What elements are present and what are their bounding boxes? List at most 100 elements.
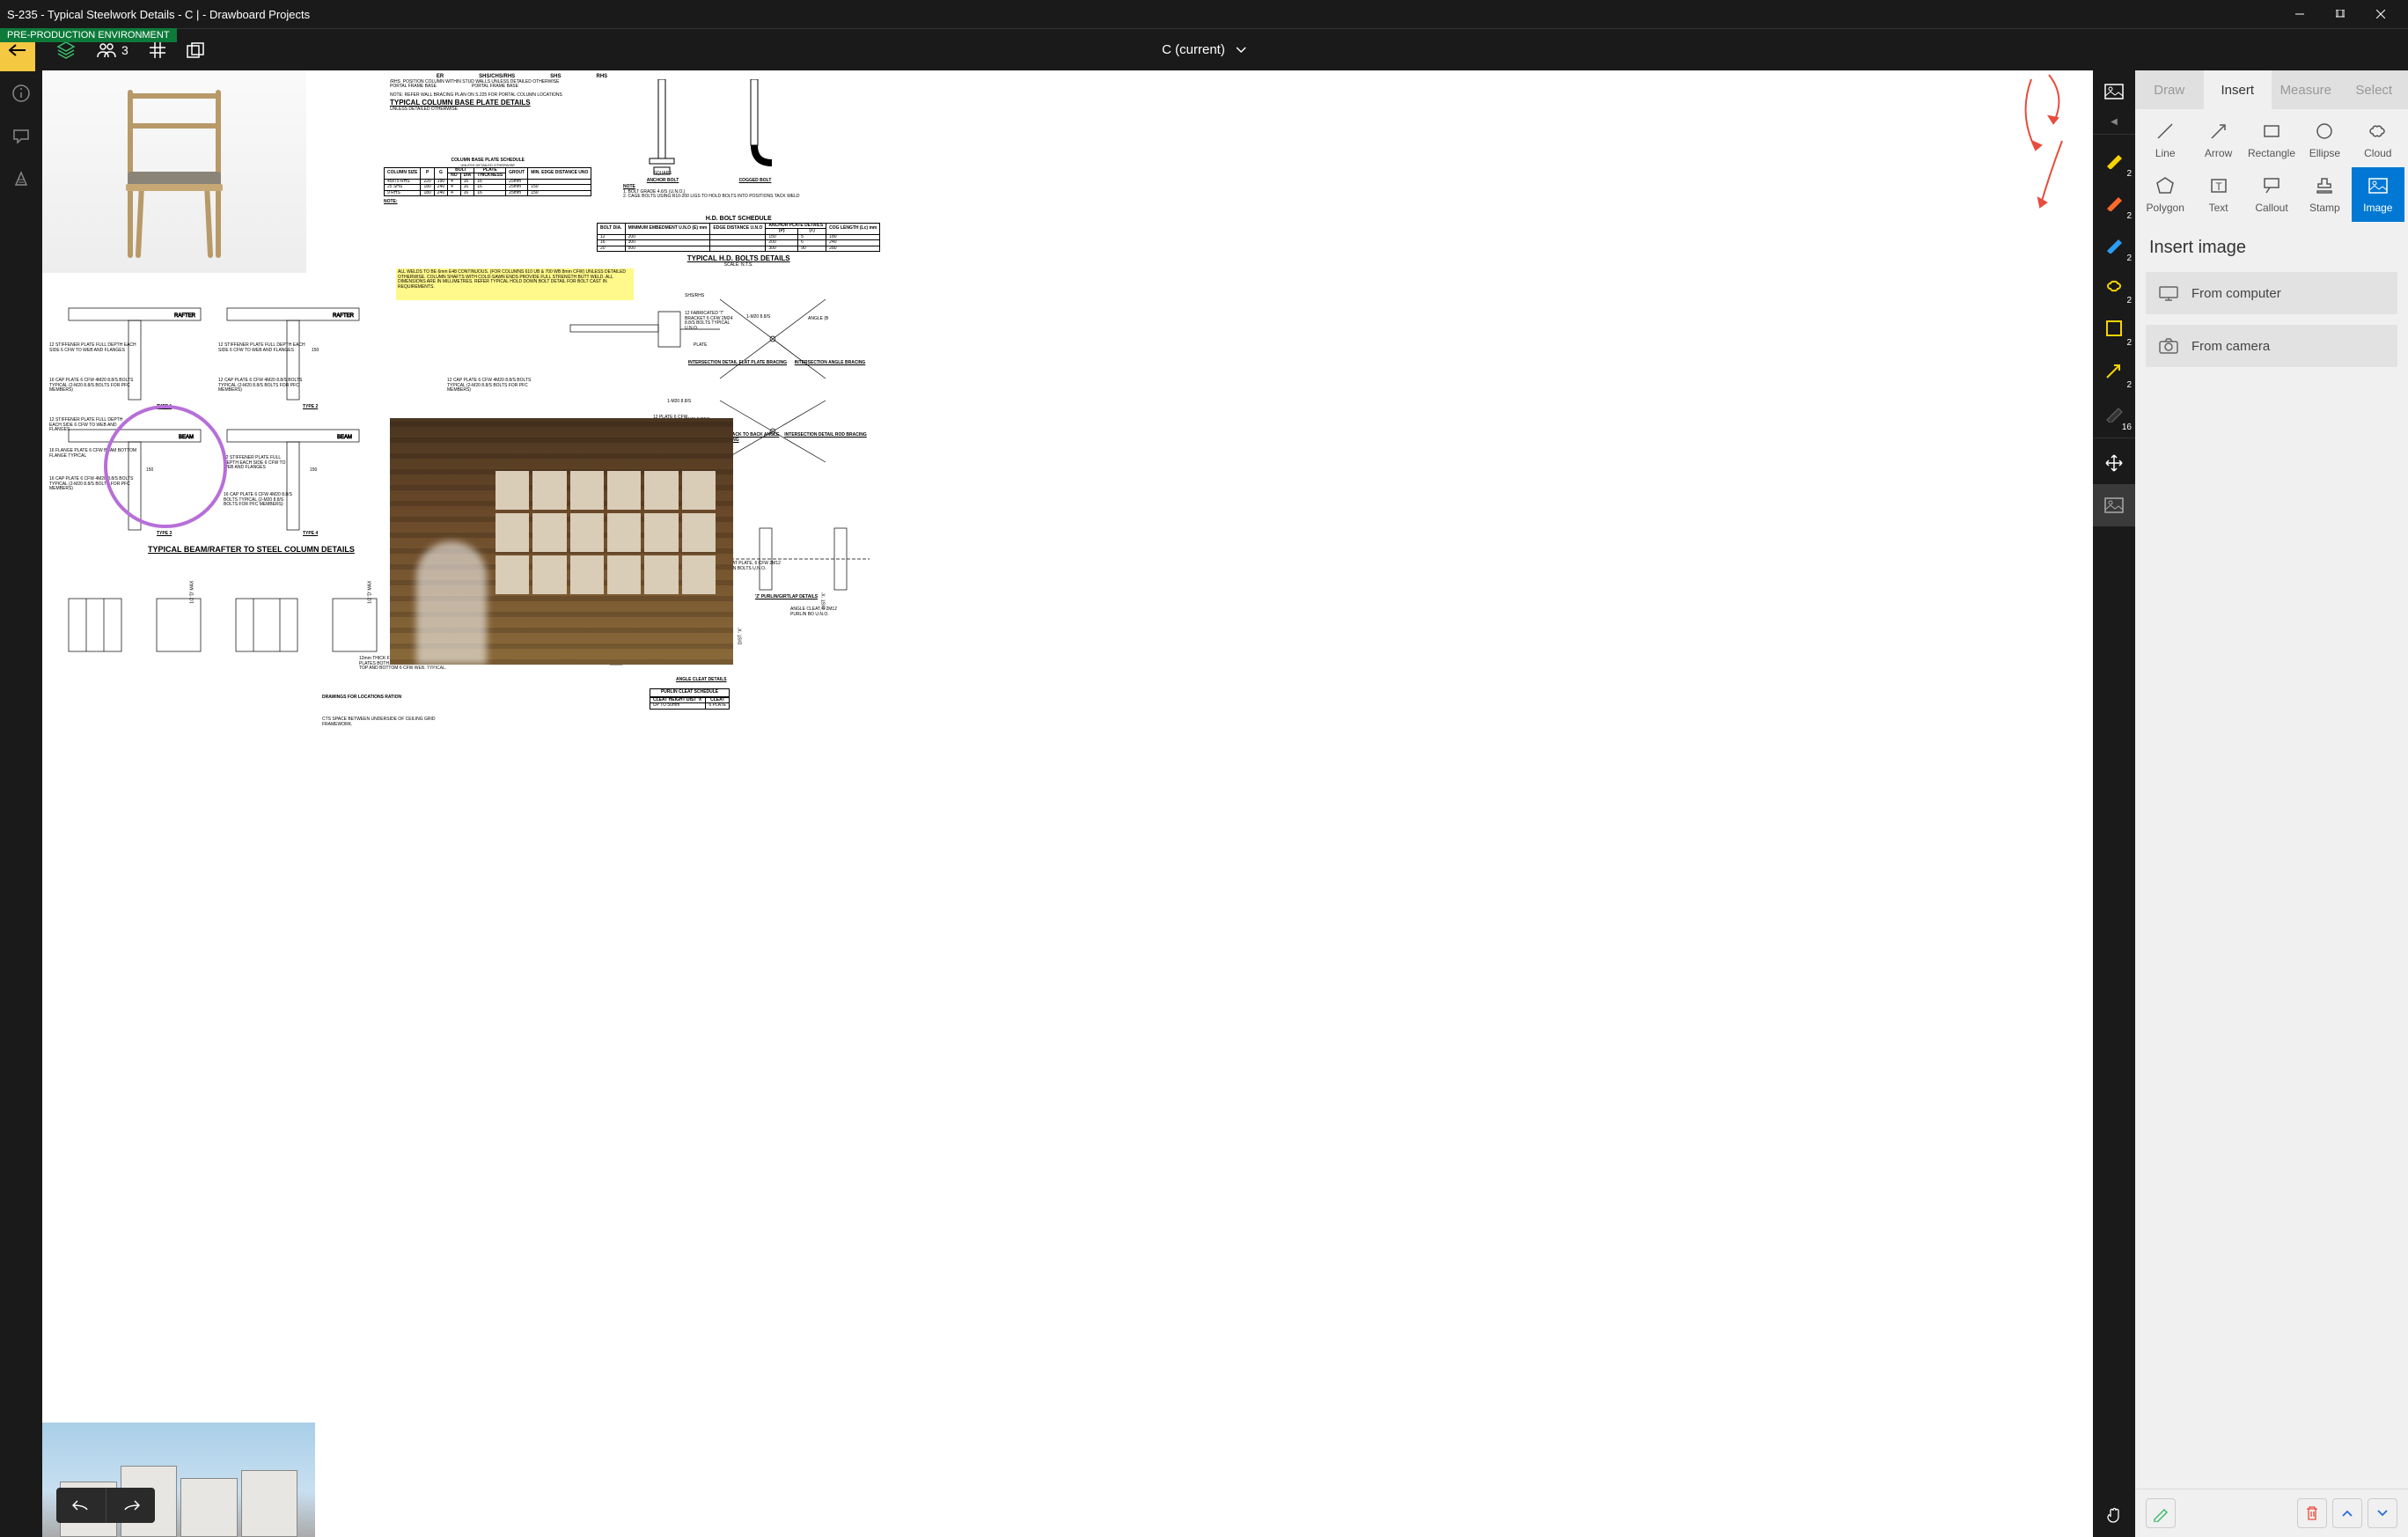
- tab-measure[interactable]: Measure: [2272, 70, 2340, 109]
- shape-text[interactable]: TText: [2191, 167, 2244, 222]
- label-distx2: DIST. 'X': [823, 592, 828, 609]
- shape-rectangle[interactable]: Rectangle: [2245, 113, 2298, 167]
- expand-rail[interactable]: ◀: [2093, 113, 2135, 130]
- title-purlin-sched: PURLIN CLEAT SCHEDULE: [650, 688, 730, 697]
- svg-text:SQUARE: SQUARE: [653, 171, 672, 176]
- from-camera-label: From camera: [2191, 339, 2270, 354]
- drawing-canvas[interactable]: ERSHS/CHS/RHS SHS RHS /RHS POSITION COLU…: [42, 70, 2093, 1537]
- rectangle-icon: [2261, 121, 2282, 142]
- elevations: [60, 590, 412, 660]
- purlin-table: CLEAT HEIGHT DIST 'X'CLEAT UP TO 50mm6 P…: [650, 697, 730, 710]
- callout-cap-1: 16 CAP PLATE 6 CFW 4M20 8.8/S BOLTS TYPI…: [49, 379, 137, 393]
- from-computer-button[interactable]: From computer: [2146, 272, 2397, 314]
- tool-preview[interactable]: [2146, 1498, 2176, 1528]
- shape-line[interactable]: Line: [2139, 113, 2191, 167]
- cloud-yellow[interactable]: 2: [2093, 265, 2135, 307]
- revision-dropdown[interactable]: C (current): [1162, 42, 1246, 57]
- comments-button[interactable]: [12, 128, 30, 150]
- layers-button[interactable]: [56, 40, 76, 60]
- from-computer-label: From computer: [2191, 286, 2281, 301]
- layers-icon: [56, 40, 76, 60]
- move-up-button[interactable]: [2332, 1498, 2362, 1528]
- line-icon: [2155, 121, 2176, 142]
- stack-icon: [187, 42, 204, 58]
- shape-cloud[interactable]: Cloud: [2352, 113, 2404, 167]
- arrow-yellow[interactable]: 2: [2093, 349, 2135, 392]
- hd-note-2: 2. CAGE BOLTS USING R10-200 LIGS TO HOLD…: [623, 195, 800, 200]
- people-button[interactable]: 3: [97, 42, 128, 58]
- image-tool-active[interactable]: [2093, 484, 2135, 526]
- camera-icon: [2158, 337, 2179, 355]
- inserted-image-interior[interactable]: [390, 418, 733, 665]
- from-camera-button[interactable]: From camera: [2146, 325, 2397, 367]
- tab-select[interactable]: Select: [2340, 70, 2408, 109]
- undo-button[interactable]: [56, 1488, 106, 1523]
- maximize-button[interactable]: [2320, 0, 2360, 28]
- inserted-image-chair[interactable]: [42, 70, 306, 273]
- anchor-bolt-diagram: SQUARE: [623, 79, 702, 176]
- chevron-down-icon: [2377, 1510, 2388, 1517]
- pan-tool[interactable]: [2093, 442, 2135, 484]
- svg-text:RAFTER: RAFTER: [174, 313, 196, 319]
- arrow-icon: [2208, 121, 2229, 142]
- tab-draw[interactable]: Draw: [2135, 70, 2204, 109]
- trash-icon: [2305, 1505, 2319, 1521]
- image-mode-indicator[interactable]: [2093, 70, 2135, 113]
- callout-icon: [2261, 175, 2282, 196]
- shape-stamp[interactable]: Stamp: [2298, 167, 2351, 222]
- callout-cap-2b: 12 CAP PLATE 6 CFW 4M20 8.8/S BOLTS TYPI…: [447, 379, 535, 393]
- info-icon: [12, 85, 30, 102]
- issues-button[interactable]: [12, 171, 30, 193]
- tab-insert[interactable]: Insert: [2204, 70, 2272, 109]
- markup-red-arrows[interactable]: [2014, 70, 2084, 246]
- chevron-up-icon: [2342, 1510, 2353, 1517]
- image-icon: [2104, 84, 2124, 99]
- info-button[interactable]: [12, 85, 30, 107]
- label-dmax1: 1/2 'D' MAX: [190, 581, 195, 604]
- label-type4: TYPE 4: [303, 532, 318, 537]
- title-inter-rod: INTERSECTION DETAIL ROD BRACING: [782, 433, 870, 438]
- touch-mode[interactable]: [2093, 1495, 2135, 1537]
- label-rhs: RHS: [597, 74, 608, 80]
- rect-yellow[interactable]: 2: [2093, 307, 2135, 349]
- pen-blue[interactable]: 2: [2093, 223, 2135, 265]
- window-title: S-235 - Typical Steelwork Details - C | …: [7, 8, 2280, 21]
- pencil-icon: [2152, 1504, 2169, 1522]
- close-button[interactable]: [2360, 0, 2401, 28]
- cloud-icon: [2367, 122, 2390, 140]
- callout-stiffener-2: 12 STIFFENER PLATE FULL DEPTH EACH SIDE …: [218, 343, 306, 353]
- arrow-icon: [2104, 361, 2124, 380]
- label-portal1: PORTAL FRAME BASE: [390, 85, 437, 90]
- title-inter-flat: INTERSECTION DETAIL FLAT PLATE BRACING: [685, 361, 790, 366]
- pen-orange[interactable]: 2: [2093, 180, 2135, 223]
- grid-button[interactable]: [150, 42, 165, 58]
- shape-callout[interactable]: Callout: [2245, 167, 2298, 222]
- callout-cts: CTS SPACE BETWEEN UNDERSIDE OF CEILING G…: [322, 717, 463, 727]
- shape-image[interactable]: Image: [2352, 167, 2404, 222]
- markup-circle[interactable]: [104, 405, 227, 528]
- svg-text:BEAM: BEAM: [337, 435, 352, 440]
- callout-plate: PLATE: [694, 343, 707, 349]
- grid-icon: [150, 42, 165, 58]
- redo-button[interactable]: [106, 1488, 155, 1523]
- title-beam-rafter: TYPICAL BEAM/RAFTER TO STEEL COLUMN DETA…: [148, 546, 355, 555]
- markup-highlight[interactable]: ALL WELDS TO BE 6mm E48 CONTINUOUS. (FOR…: [396, 268, 634, 300]
- move-down-button[interactable]: [2368, 1498, 2397, 1528]
- hand-icon: [2105, 1506, 2123, 1526]
- image-icon: [2104, 497, 2124, 513]
- shape-arrow[interactable]: Arrow: [2191, 113, 2244, 167]
- minimize-button[interactable]: [2280, 0, 2320, 28]
- label-anchor: ANCHOR BOLT: [623, 179, 702, 184]
- revision-label: C (current): [1162, 42, 1225, 57]
- compare-button[interactable]: [187, 42, 204, 58]
- callout-m20: 1-M20 8.8/S: [746, 315, 770, 320]
- callout-stiffener-4: 12 STIFFENER PLATE FULL DEPTH EACH SIDE …: [224, 456, 294, 471]
- pen-yellow[interactable]: 2: [2093, 138, 2135, 180]
- cloud-icon: [2105, 278, 2123, 294]
- delete-button[interactable]: [2297, 1498, 2327, 1528]
- shape-polygon[interactable]: Polygon: [2139, 167, 2191, 222]
- pen-black[interactable]: 16: [2093, 392, 2135, 434]
- shape-ellipse[interactable]: Ellipse: [2298, 113, 2351, 167]
- cogged-bolt-diagram: [724, 79, 786, 176]
- people-count: 3: [121, 43, 128, 57]
